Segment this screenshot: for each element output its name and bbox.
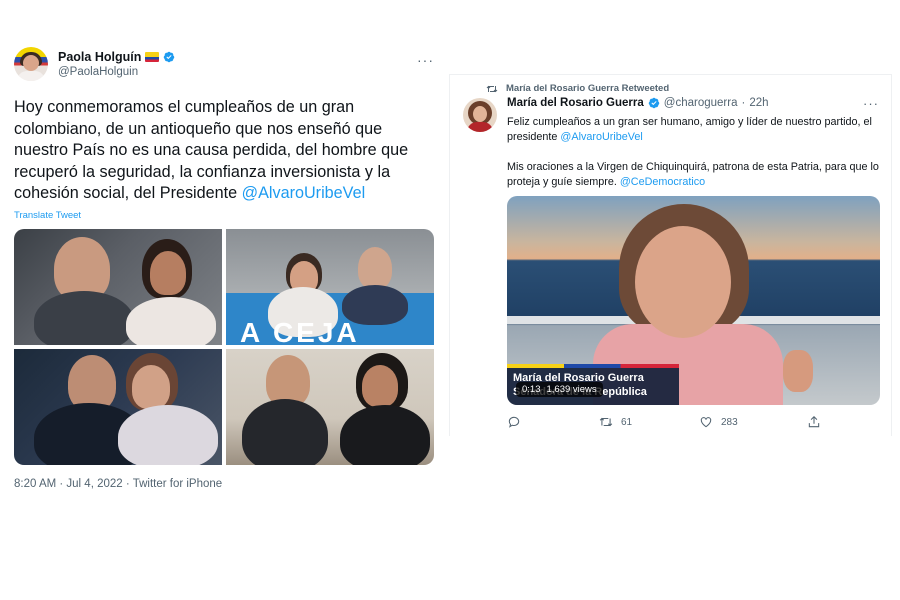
author-handle[interactable]: @charoguerra bbox=[664, 97, 738, 109]
avatar[interactable] bbox=[14, 47, 48, 81]
retweet-context[interactable]: María del Rosario Guerra Retweeted bbox=[486, 83, 669, 94]
like-button[interactable]: 283 bbox=[699, 415, 738, 429]
retweet-icon bbox=[599, 417, 613, 427]
translate-tweet-link[interactable]: Translate Tweet bbox=[14, 210, 438, 221]
video-views: 1,639 views bbox=[546, 384, 597, 395]
photo-grid: A CEJA bbox=[14, 228, 434, 465]
avatar[interactable] bbox=[463, 98, 497, 132]
video-stats-badge: 0:13 1,639 views bbox=[516, 382, 603, 397]
retweet-icon bbox=[486, 85, 498, 92]
retweet-button[interactable]: 61 bbox=[599, 415, 632, 429]
video-player[interactable]: María del Rosario Guerra Senadora de la … bbox=[507, 196, 880, 405]
share-icon bbox=[808, 416, 820, 428]
retweet-count: 61 bbox=[621, 416, 633, 428]
share-button[interactable] bbox=[807, 415, 821, 429]
reply-button[interactable] bbox=[507, 415, 529, 429]
mention-link[interactable]: @AlvaroUribeVel bbox=[560, 131, 642, 143]
retweet-label: María del Rosario Guerra Retweeted bbox=[506, 83, 670, 94]
more-options-icon[interactable]: ··· bbox=[417, 52, 434, 68]
heart-icon bbox=[700, 417, 712, 428]
author-name[interactable]: Paola Holguín bbox=[58, 50, 141, 64]
tweet-text: Hoy conmemoramos el cumpleaños de un gra… bbox=[14, 97, 438, 205]
mention-link[interactable]: @AlvaroUribeVel bbox=[242, 184, 366, 202]
right-tweet[interactable]: María del Rosario Guerra Retweeted María… bbox=[449, 74, 892, 436]
verified-badge-icon bbox=[164, 51, 175, 63]
author-handle[interactable]: @PaolaHolguin bbox=[58, 66, 175, 78]
video-time: 0:13 bbox=[522, 384, 541, 395]
tweet-timestamp[interactable]: 8:20 AM · Jul 4, 2022 · Twitter for iPho… bbox=[14, 478, 438, 490]
mention-link[interactable]: @CeDemocratico bbox=[620, 176, 705, 188]
banner-text: A CEJA bbox=[240, 316, 360, 345]
more-options-icon[interactable]: ··· bbox=[863, 96, 879, 111]
right-tweet-header: María del Rosario Guerra @charoguerra · … bbox=[507, 97, 769, 109]
photo-2[interactable]: A CEJA bbox=[226, 228, 434, 345]
verified-badge-icon bbox=[648, 97, 660, 109]
photo-3[interactable] bbox=[14, 348, 222, 465]
left-tweet: Paola Holguín @PaolaHolguin ··· Hoy conm… bbox=[14, 44, 438, 490]
author-name[interactable]: María del Rosario Guerra bbox=[507, 97, 644, 109]
tweet-actions: 61 283 bbox=[507, 415, 827, 433]
photo-4[interactable] bbox=[226, 348, 434, 465]
photo-1[interactable] bbox=[14, 228, 222, 345]
reply-icon bbox=[508, 416, 520, 428]
tweet-text: Feliz cumpleaños a un gran ser humano, a… bbox=[507, 115, 883, 190]
left-tweet-header: Paola Holguín @PaolaHolguin ··· bbox=[14, 44, 438, 84]
tweet-time[interactable]: 22h bbox=[749, 97, 768, 109]
like-count: 283 bbox=[721, 416, 738, 428]
colombia-flag-icon bbox=[145, 52, 160, 62]
separator: · bbox=[741, 97, 746, 109]
